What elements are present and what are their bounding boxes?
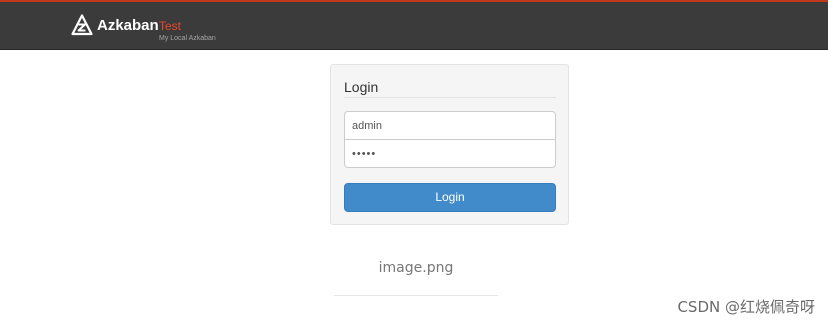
caption-divider bbox=[334, 295, 498, 296]
password-input[interactable] bbox=[344, 139, 556, 168]
top-navbar: Azkaban Test My Local Azkaban bbox=[0, 0, 828, 50]
brand-name: Azkaban bbox=[97, 17, 159, 34]
image-caption: image.png bbox=[378, 260, 454, 276]
brand-subtitle: My Local Azkaban bbox=[159, 35, 216, 42]
login-panel: Login Login bbox=[330, 64, 569, 225]
azkaban-logo-icon bbox=[71, 14, 93, 36]
login-title: Login bbox=[344, 79, 379, 95]
watermark: CSDN @红烧佩奇呀 bbox=[677, 298, 815, 316]
title-divider bbox=[344, 97, 556, 98]
environment-label: Test bbox=[159, 19, 182, 33]
login-button[interactable]: Login bbox=[344, 183, 556, 212]
username-input[interactable] bbox=[344, 111, 556, 140]
